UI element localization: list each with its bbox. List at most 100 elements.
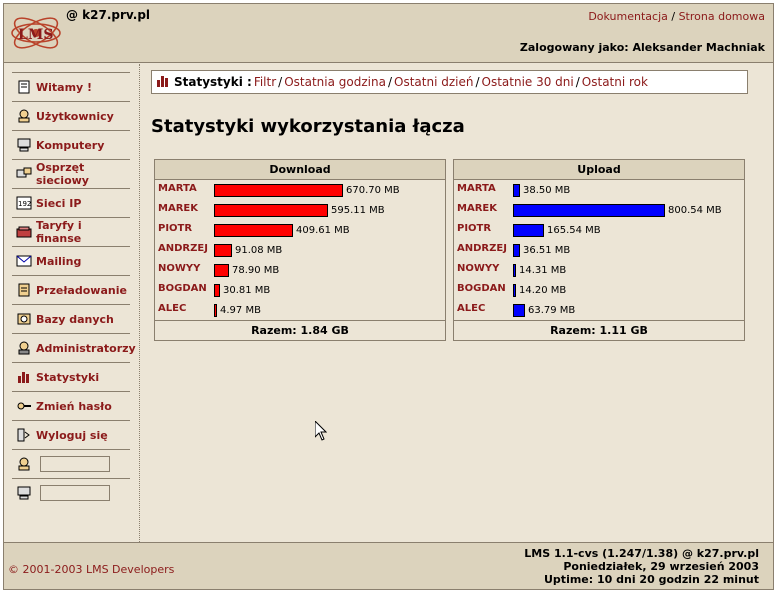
- sidebar-item-label: Witamy !: [36, 80, 93, 94]
- stats-icon: [16, 370, 32, 384]
- sidebar-item-label: Użytkownicy: [36, 109, 114, 123]
- sidebar-item-change-password[interactable]: Zmień hasło: [12, 391, 130, 420]
- mail-icon: [16, 254, 32, 268]
- user-name[interactable]: NOWYY: [158, 263, 200, 274]
- download-row: ALEC 4.97 MB: [155, 300, 445, 320]
- user-name[interactable]: ALEC: [158, 303, 186, 314]
- upload-bar: [513, 284, 516, 297]
- download-header: Download: [155, 160, 445, 180]
- date: Poniedziałek, 29 wrzesień 2003: [563, 560, 759, 573]
- user-name[interactable]: MARTA: [457, 183, 496, 194]
- logged-user: Zalogowany jako: Aleksander Machniak: [519, 41, 765, 54]
- svg-text:LMS: LMS: [18, 27, 53, 43]
- sidebar-item-finance[interactable]: Taryfy i finanse: [12, 217, 130, 246]
- upload-value: 63.79 MB: [528, 305, 576, 316]
- upload-row: BOGDAN 14.20 MB: [454, 280, 744, 300]
- last-hour-link[interactable]: Ostatnia godzina: [284, 75, 386, 89]
- finance-icon: [16, 225, 32, 239]
- download-value: 670.70 MB: [346, 185, 400, 196]
- download-value: 409.61 MB: [296, 225, 350, 236]
- download-bar: [214, 184, 343, 197]
- download-rows: MARTA 670.70 MB MAREK 595.11 MB PIOTR 409.61 …: [155, 180, 445, 320]
- user-name[interactable]: PIOTR: [158, 223, 192, 234]
- upload-row: PIOTR 165.54 MB: [454, 220, 744, 240]
- ip-icon: 192: [16, 196, 32, 210]
- download-bar: [214, 284, 220, 297]
- last-year-link[interactable]: Ostatni rok: [582, 75, 648, 89]
- download-total: Razem: 1.84 GB: [155, 320, 445, 340]
- user-name[interactable]: BOGDAN: [457, 283, 506, 294]
- user-name[interactable]: BOGDAN: [158, 283, 207, 294]
- stats-icon: [156, 74, 170, 91]
- last-day-link[interactable]: Ostatni dzień: [394, 75, 473, 89]
- sidebar-item-label: Mailing: [36, 254, 82, 268]
- upload-bar: [513, 204, 665, 217]
- download-row: PIOTR 409.61 MB: [155, 220, 445, 240]
- sidebar-item-welcome[interactable]: Witamy !: [12, 72, 130, 101]
- sidebar-item-label: Taryfy i finanse: [36, 219, 82, 245]
- user-name[interactable]: ANDRZEJ: [457, 243, 507, 254]
- sidebar-item-ip[interactable]: 192 Sieci IP: [12, 188, 130, 217]
- upload-value: 14.20 MB: [519, 285, 567, 296]
- upload-row: NOWYY 14.31 MB: [454, 260, 744, 280]
- database-icon: [16, 312, 32, 326]
- user-name[interactable]: MARTA: [158, 183, 197, 194]
- sidebar-item-label: Przeładowanie: [36, 283, 127, 297]
- lms-logo: LMS: [8, 6, 64, 60]
- svg-text:192: 192: [18, 200, 31, 208]
- upload-row: ANDRZEJ 36.51 MB: [454, 240, 744, 260]
- download-panel: Download MARTA 670.70 MB MAREK 595.11 MB PIO…: [154, 159, 446, 341]
- upload-total: Razem: 1.11 GB: [454, 320, 744, 340]
- sidebar-item-label: Osprzęt sieciowy: [36, 161, 89, 187]
- upload-bar: [513, 224, 544, 237]
- copyright: © 2001-2003 LMS Developers: [8, 563, 175, 576]
- sidebar-item-label: Komputery: [36, 138, 105, 152]
- filter-link[interactable]: Filtr: [254, 75, 276, 89]
- upload-rows: MARTA 38.50 MB MAREK 800.54 MB PIOTR 165.54 M…: [454, 180, 744, 320]
- download-value: 78.90 MB: [232, 265, 280, 276]
- user-name[interactable]: MAREK: [158, 203, 198, 214]
- sidebar-item-users[interactable]: Użytkownicy: [12, 101, 130, 130]
- sidebar-item-label: Sieci IP: [36, 196, 82, 210]
- upload-bar: [513, 264, 516, 277]
- upload-value: 165.54 MB: [547, 225, 601, 236]
- upload-row: MARTA 38.50 MB: [454, 180, 744, 200]
- version: LMS 1.1-cvs (1.247/1.38) @ k27.prv.pl: [524, 547, 759, 560]
- last-30-days-link[interactable]: Ostatnie 30 dni: [482, 75, 574, 89]
- sidebar-item-label: Bazy danych: [36, 312, 114, 326]
- user-search-input[interactable]: [40, 456, 110, 472]
- key-icon: [16, 399, 32, 413]
- homepage-link[interactable]: Strona domowa: [679, 10, 765, 23]
- upload-bar: [513, 184, 520, 197]
- sidebar-item-label: Statystyki: [36, 370, 100, 384]
- sidebar-item-logout[interactable]: Wyloguj się: [12, 420, 130, 449]
- user-name[interactable]: PIOTR: [457, 223, 491, 234]
- sidebar: Witamy ! Użytkownicy Komputery Osprzęt s…: [4, 64, 140, 542]
- sidebar-item-mailing[interactable]: Mailing: [12, 246, 130, 275]
- user-name[interactable]: ALEC: [457, 303, 485, 314]
- sidebar-item-computers[interactable]: Komputery: [12, 130, 130, 159]
- upload-header: Upload: [454, 160, 744, 180]
- network-icon: [16, 167, 32, 181]
- sidebar-computer-search: [12, 478, 130, 507]
- user-name[interactable]: ANDRZEJ: [158, 243, 208, 254]
- upload-value: 800.54 MB: [668, 205, 722, 216]
- upload-row: ALEC 63.79 MB: [454, 300, 744, 320]
- sidebar-item-network[interactable]: Osprzęt sieciowy: [12, 159, 130, 188]
- sidebar-item-reload[interactable]: Przeładowanie: [12, 275, 130, 304]
- user-name[interactable]: NOWYY: [457, 263, 499, 274]
- download-row: MAREK 595.11 MB: [155, 200, 445, 220]
- reload-icon: [16, 283, 32, 297]
- download-row: ANDRZEJ 91.08 MB: [155, 240, 445, 260]
- mouse-cursor-icon: [314, 419, 328, 444]
- documentation-link[interactable]: Dokumentacja: [588, 10, 668, 23]
- sidebar-item-admins[interactable]: Administratorzy: [12, 333, 136, 362]
- computer-icon: [16, 486, 32, 500]
- sidebar-item-database[interactable]: Bazy danych: [12, 304, 130, 333]
- download-row: MARTA 670.70 MB: [155, 180, 445, 200]
- sidebar-item-stats[interactable]: Statystyki: [12, 362, 130, 391]
- app-window: LMS @ k27.prv.pl Dokumentacja / Strona d…: [3, 3, 774, 590]
- computer-search-input[interactable]: [40, 485, 110, 501]
- breadcrumb: Statystyki : Filtr / Ostatnia godzina / Os…: [151, 70, 748, 94]
- user-name[interactable]: MAREK: [457, 203, 497, 214]
